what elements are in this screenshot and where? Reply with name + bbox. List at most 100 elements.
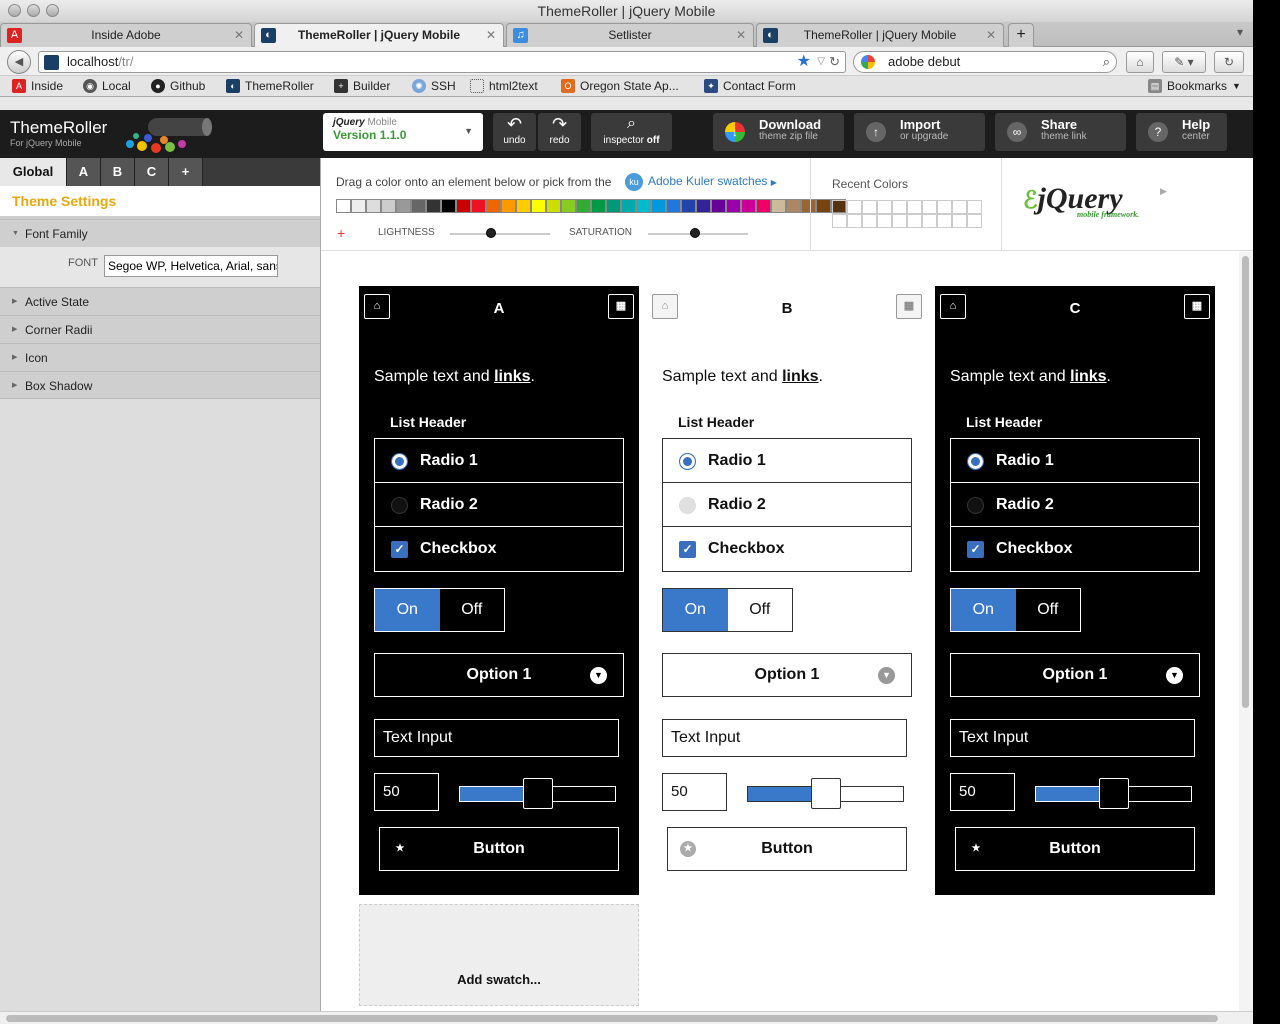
grid-icon[interactable]: ▦ [608,294,634,319]
tab-list-icon[interactable]: ▾ [1237,25,1243,39]
bookmark-ssh[interactable]: ✺ SSH [412,79,456,93]
slider-handle[interactable] [1098,778,1129,809]
address-bar[interactable]: localhost/tr/ ★ ▽ ↻ [38,51,846,73]
back-button[interactable]: ◀ [7,50,31,74]
recent-color-slot[interactable] [937,214,952,228]
slider-handle[interactable] [522,778,553,809]
color-swatch[interactable] [621,199,636,213]
select-menu[interactable]: Option 1 ▼ [374,653,624,697]
reload-icon[interactable]: ↻ [829,52,840,72]
bookmark-html2text[interactable]: html2text [470,79,538,93]
recent-color-slot[interactable] [907,200,922,214]
color-swatch[interactable] [756,199,771,213]
slider-handle[interactable] [810,778,841,809]
color-swatch[interactable] [576,199,591,213]
checkbox[interactable]: ✓ Checkbox [375,527,623,571]
toggle-off[interactable]: Off [439,589,504,631]
toggle-off[interactable]: Off [1015,589,1080,631]
color-swatch[interactable] [606,199,621,213]
color-swatch[interactable] [531,199,546,213]
text-input[interactable]: Text Input [950,719,1195,757]
home-button[interactable]: ⌂ [1126,51,1154,73]
section-box-shadow[interactable]: Box Shadow [0,371,320,400]
radio-2[interactable]: Radio 2 [663,483,911,527]
help-button[interactable]: ? Help center [1136,113,1227,151]
recent-color-slot[interactable] [892,214,907,228]
recent-color-slot[interactable] [832,214,847,228]
color-swatch[interactable] [426,199,441,213]
bookmark-oregon-state[interactable]: O Oregon State Ap... [561,79,679,93]
close-icon[interactable]: ✕ [486,24,496,46]
lightness-handle[interactable] [486,228,496,238]
color-swatch[interactable] [456,199,471,213]
slider-track[interactable] [747,778,904,809]
toggle-off[interactable]: Off [727,589,792,631]
search-field[interactable]: adobe debut ⌕ [853,51,1117,73]
kuler-link[interactable]: ku Adobe Kuler swatches ▶ [625,173,777,191]
checkbox[interactable]: ✓ Checkbox [663,527,911,571]
horizontal-scrollbar[interactable] [0,1011,1253,1024]
color-swatch[interactable] [411,199,426,213]
bookmark-themeroller[interactable]: ◐ ThemeRoller [226,79,314,93]
color-swatch[interactable] [546,199,561,213]
close-window-button[interactable] [8,4,21,17]
download-button[interactable]: ↓ Download theme zip file [713,113,844,151]
color-swatch[interactable] [441,199,456,213]
sync-button[interactable]: ↻ [1214,51,1244,73]
recent-color-slot[interactable] [967,200,982,214]
recent-color-slot[interactable] [877,214,892,228]
minimize-window-button[interactable] [27,4,40,17]
checkbox[interactable]: ✓ Checkbox [951,527,1199,571]
home-icon[interactable]: ⌂ [940,294,966,319]
grid-icon[interactable]: ▦ [896,294,922,319]
color-swatch[interactable] [651,199,666,213]
select-menu[interactable]: Option 1 ▼ [662,653,912,697]
bookmark-contact-form[interactable]: ✦ Contact Form [704,79,796,93]
close-icon[interactable]: ✕ [986,24,996,46]
color-swatch[interactable] [471,199,486,213]
slider-track[interactable] [459,778,616,809]
text-input[interactable]: Text Input [662,719,907,757]
tab-global[interactable]: Global [0,158,67,186]
recent-color-slot[interactable] [922,214,937,228]
section-icon[interactable]: Icon [0,343,320,372]
color-swatch[interactable] [381,199,396,213]
extension-button[interactable]: ✎ ▾ [1162,51,1206,73]
flip-toggle[interactable]: On Off [950,588,1081,632]
tab-add[interactable]: + [169,158,203,186]
color-swatch[interactable] [351,199,366,213]
section-corner-radii[interactable]: Corner Radii [0,315,320,344]
color-swatch[interactable] [516,199,531,213]
import-button[interactable]: ↑ Import or upgrade [854,113,985,151]
tab-b[interactable]: B [101,158,135,186]
slider-number-input[interactable]: 50 [662,773,727,811]
recent-color-slot[interactable] [907,214,922,228]
radio-1[interactable]: Radio 1 [951,439,1199,483]
recent-color-slot[interactable] [862,200,877,214]
color-swatch[interactable] [681,199,696,213]
recent-color-slot[interactable] [877,200,892,214]
sample-link[interactable]: links [1070,368,1106,385]
bookmark-local[interactable]: ◉ Local [83,79,131,93]
tab-a[interactable]: A [67,158,101,186]
bookmarks-menu[interactable]: ▤ Bookmarks ▼ [1148,79,1241,93]
slider-track[interactable] [1035,778,1192,809]
color-swatch[interactable] [336,199,351,213]
bookmark-star-icon[interactable]: ★ [797,52,811,72]
zoom-window-button[interactable] [46,4,59,17]
font-input[interactable] [104,255,278,277]
sample-link[interactable]: links [782,368,818,385]
search-icon[interactable]: ⌕ [1103,52,1110,72]
recent-color-slot[interactable] [952,200,967,214]
sample-button[interactable]: ★ Button [955,827,1195,871]
tab-c[interactable]: C [135,158,169,186]
bookmark-github[interactable]: ● Github [151,79,205,93]
undo-button[interactable]: ↶ undo [493,113,536,151]
color-swatch[interactable] [501,199,516,213]
flip-toggle[interactable]: On Off [374,588,505,632]
toggle-on[interactable]: On [951,589,1016,631]
lightness-slider[interactable] [450,233,550,235]
color-swatch[interactable] [366,199,381,213]
slider-number-input[interactable]: 50 [374,773,439,811]
color-swatch[interactable] [741,199,756,213]
